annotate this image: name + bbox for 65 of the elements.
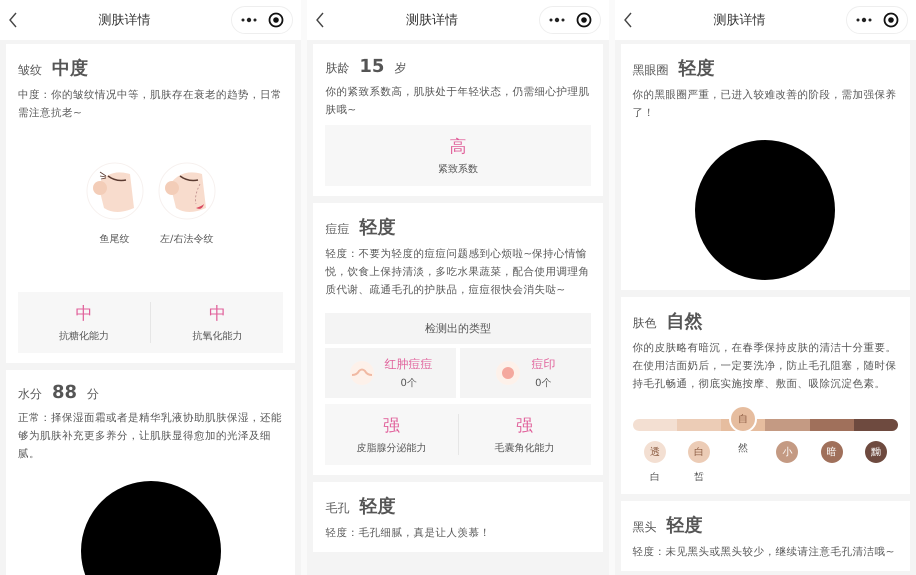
metric-grade: 轻度 bbox=[359, 216, 396, 239]
metric-value: 强 bbox=[516, 415, 534, 437]
face-illustration-icon bbox=[86, 162, 144, 220]
metric-name: 水分 bbox=[18, 386, 42, 403]
metric-unit: 分 bbox=[87, 386, 100, 403]
description-text: 中度：你的皱纹情况中等，肌肤存在衰老的趋势，日常需注意抗老~ bbox=[18, 88, 283, 121]
metric-label: 紧致系数 bbox=[438, 162, 478, 176]
tone-dot: 黝 bbox=[864, 441, 887, 463]
description-text: 你的紧致系数高，肌肤处于年轻状态，仍需细心护理肌肤哦~ bbox=[325, 85, 590, 118]
selected-tone-marker: 自 bbox=[729, 405, 758, 433]
page-title: 测肤详情 bbox=[404, 12, 459, 29]
spot-icon bbox=[495, 360, 522, 386]
more-icon[interactable] bbox=[240, 17, 258, 23]
metric-name: 皱纹 bbox=[18, 62, 42, 79]
back-icon[interactable] bbox=[315, 12, 326, 28]
type-count: 0个 bbox=[400, 377, 417, 390]
metric-name: 肤龄 bbox=[325, 60, 350, 77]
more-icon[interactable] bbox=[855, 17, 873, 23]
metric-name: 痘痘 bbox=[325, 221, 350, 238]
tone-label: 然 bbox=[738, 442, 748, 455]
metric-grade: 中度 bbox=[52, 57, 88, 80]
metric-value: 中 bbox=[208, 303, 226, 325]
tone-dot: 白 bbox=[688, 441, 710, 463]
metric-name: 黑眼圈 bbox=[632, 62, 669, 79]
description-text: 你的皮肤略有暗沉，在春季保持皮肤的清洁十分重要。在使用洁面奶后，一定要洗净，防止毛孔阻塞，随时保持毛孔畅通，彻底实施按摩、敷面、吸除沉淀色素。 bbox=[632, 341, 898, 392]
description-text: 轻度：未见黑头或黑头较少，继续请注意毛孔清洁哦~ bbox=[632, 545, 896, 560]
metric-label: 抗糖化能力 bbox=[59, 330, 110, 343]
metric-unit: 岁 bbox=[394, 60, 406, 77]
metric-grade: 轻度 bbox=[678, 57, 715, 80]
metric-name: 肤色 bbox=[632, 315, 657, 332]
tone-label: 皙 bbox=[694, 470, 704, 484]
metric-grade: 88 bbox=[52, 382, 78, 403]
description-text: 轻度：不要为轻度的痘痘问题感到心烦啦~保持心情愉悦，饮食上保持清淡，多吃水果蔬菜，配合使用调理角质代谢、疏通毛孔的护肤品，痘痘很快会消失哒~ bbox=[325, 247, 590, 298]
description-text: 你的黑眼圈严重，已进入较难改善的阶段，需加强保养了！ bbox=[632, 88, 898, 121]
metric-grade: 15 bbox=[359, 56, 384, 77]
metric-value: 中 bbox=[76, 303, 93, 325]
description-text: 正常：择保湿面霜或者是精华乳液协助肌肤保湿，还能够为肌肤补充更多养分，让肌肤显得愈加的光泽及细腻。 bbox=[18, 411, 283, 462]
more-icon[interactable] bbox=[548, 17, 566, 23]
tone-dot: 透 bbox=[644, 441, 666, 463]
metric-label: 皮脂腺分泌能力 bbox=[356, 442, 426, 455]
metric-name: 黑头 bbox=[632, 519, 657, 536]
back-icon[interactable] bbox=[8, 12, 18, 28]
wrinkle-type-label: 左/右法令纹 bbox=[160, 232, 214, 246]
type-name: 红肿痘痘 bbox=[384, 356, 433, 373]
bump-icon bbox=[348, 360, 375, 386]
tone-label: 白 bbox=[650, 471, 660, 484]
tone-dot: 暗 bbox=[820, 441, 843, 463]
tone-dot: 小 bbox=[776, 441, 798, 463]
page-title: 测肤详情 bbox=[712, 12, 766, 29]
description-text: 轻度：毛孔细腻，真是让人羡慕！ bbox=[325, 526, 492, 541]
metric-value: 强 bbox=[382, 415, 400, 437]
metric-grade: 自然 bbox=[666, 310, 703, 333]
metric-grade: 轻度 bbox=[359, 495, 396, 518]
type-count: 0个 bbox=[535, 377, 552, 390]
wrinkle-type-label: 鱼尾纹 bbox=[100, 233, 130, 246]
metric-label: 抗氧化能力 bbox=[192, 330, 242, 343]
face-illustration-icon bbox=[158, 162, 216, 220]
metric-grade: 轻度 bbox=[666, 514, 703, 537]
metric-name: 毛孔 bbox=[325, 500, 350, 517]
section-header: 检测出的类型 bbox=[325, 313, 591, 344]
back-icon[interactable] bbox=[622, 12, 633, 28]
type-name: 痘印 bbox=[531, 356, 556, 373]
page-title: 测肤详情 bbox=[98, 12, 152, 29]
metric-value: 高 bbox=[449, 136, 466, 158]
metric-label: 毛囊角化能力 bbox=[494, 442, 555, 455]
